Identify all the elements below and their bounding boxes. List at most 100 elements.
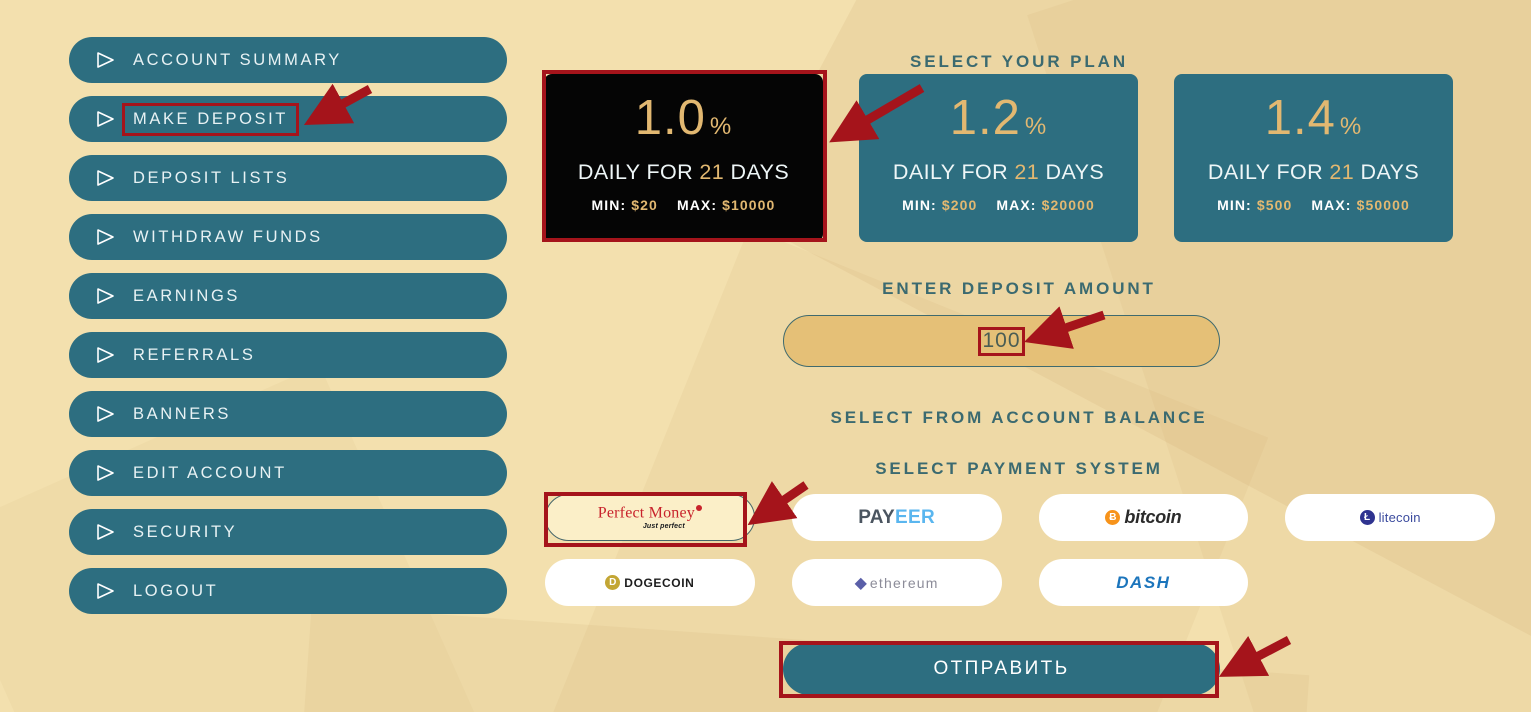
- play-triangle-icon: [97, 347, 114, 363]
- plan-card-3[interactable]: 1.4 % DAILY FOR 21 DAYS MIN: $500 MAX: $…: [1174, 74, 1453, 242]
- perfect-money-wordmark: Perfect Money: [598, 505, 702, 521]
- plan-rate: 1.4 %: [1265, 94, 1362, 143]
- play-triangle-icon: [97, 583, 114, 599]
- plan-limits: MIN: $500 MAX: $50000: [1217, 197, 1410, 213]
- percent-sign: %: [1339, 113, 1363, 140]
- litecoin-wordmark: litecoin: [1378, 510, 1421, 525]
- sidebar-item-account-summary[interactable]: ACCOUNT SUMMARY: [69, 37, 507, 83]
- sidebar-item-withdraw-funds[interactable]: WITHDRAW FUNDS: [69, 214, 507, 260]
- percent-sign: %: [1024, 113, 1048, 140]
- sidebar-item-label: MAKE DEPOSIT: [133, 109, 288, 128]
- plan-max-value: $20000: [1041, 197, 1095, 213]
- plan-min-label: MIN:: [591, 197, 627, 213]
- play-triangle-icon: [97, 406, 114, 422]
- submit-button-label: ОТПРАВИТЬ: [933, 658, 1070, 679]
- plan-term: DAILY FOR 21 DAYS: [578, 160, 789, 185]
- sidebar-item-edit-account[interactable]: EDIT ACCOUNT: [69, 450, 507, 496]
- sidebar-item-label: REFERRALS: [133, 345, 256, 364]
- play-triangle-icon: [97, 170, 114, 186]
- sidebar-item-logout[interactable]: LOGOUT: [69, 568, 507, 614]
- plan-rate-value: 1.2: [949, 91, 1021, 145]
- sidebar-nav: ACCOUNT SUMMARY MAKE DEPOSIT DEPOSIT LIS…: [69, 37, 507, 627]
- ethereum-diamond-icon: ◆: [854, 574, 867, 592]
- plan-rate: 1.0 %: [635, 94, 732, 143]
- plan-term-suffix: DAYS: [1360, 160, 1420, 184]
- dogecoin-coin-icon: D: [605, 575, 621, 590]
- sidebar-item-label: EARNINGS: [133, 286, 240, 305]
- litecoin-coin-icon: Ł: [1359, 510, 1375, 525]
- plan-min-label: MIN:: [1217, 197, 1252, 213]
- payment-bitcoin[interactable]: Ƀ bitcoin: [1038, 494, 1249, 541]
- balance-heading: SELECT FROM ACCOUNT BALANCE: [830, 408, 1208, 427]
- dash-wordmark: DASH: [1116, 572, 1171, 592]
- play-triangle-icon: [97, 229, 114, 245]
- payment-heading: SELECT PAYMENT SYSTEM: [875, 459, 1163, 478]
- sidebar-item-make-deposit[interactable]: MAKE DEPOSIT: [69, 96, 507, 142]
- plan-term: DAILY FOR 21 DAYS: [893, 160, 1104, 185]
- plan-term-suffix: DAYS: [730, 160, 790, 184]
- payment-dash[interactable]: DASH: [1038, 559, 1249, 606]
- payment-dogecoin[interactable]: D DOGECOIN: [545, 559, 755, 606]
- bitcoin-logo: Ƀ bitcoin: [1105, 507, 1182, 528]
- plan-min-value: $20: [631, 197, 658, 213]
- play-triangle-icon: [97, 52, 114, 68]
- plan-max-value: $10000: [722, 197, 776, 213]
- plan-term-days: 21: [1329, 160, 1355, 184]
- sidebar-item-label: EDIT ACCOUNT: [133, 463, 287, 482]
- plan-term: DAILY FOR 21 DAYS: [1208, 160, 1419, 185]
- plan-max-value: $50000: [1356, 197, 1410, 213]
- deposit-amount-input[interactable]: 100: [783, 315, 1220, 367]
- payment-payeer[interactable]: PAY EER: [791, 494, 1002, 541]
- plans-heading: SELECT YOUR PLAN: [910, 52, 1128, 71]
- plan-term-prefix: DAILY FOR: [892, 160, 1009, 184]
- plan-rate: 1.2 %: [950, 94, 1047, 143]
- sidebar-item-label: BANNERS: [133, 404, 231, 423]
- plan-card-1[interactable]: 1.0 % DAILY FOR 21 DAYS MIN: $20 MAX: $1…: [544, 74, 823, 242]
- amount-value: 100: [982, 329, 1021, 352]
- plan-rate-value: 1.4: [1264, 91, 1336, 145]
- dash-logo: DASH: [1116, 573, 1170, 593]
- sidebar-item-label: WITHDRAW FUNDS: [133, 227, 323, 246]
- play-triangle-icon: [97, 111, 114, 127]
- perfect-money-tagline: Just perfect: [642, 522, 685, 530]
- deposit-page: ACCOUNT SUMMARY MAKE DEPOSIT DEPOSIT LIS…: [0, 0, 1531, 712]
- sidebar-item-label: LOGOUT: [133, 581, 219, 600]
- payment-litecoin[interactable]: Ł litecoin: [1285, 494, 1495, 541]
- perfect-money-dot-icon: [695, 505, 702, 512]
- amount-heading: ENTER DEPOSIT AMOUNT: [882, 279, 1156, 298]
- plan-term-prefix: DAILY FOR: [577, 160, 694, 184]
- plan-term-days: 21: [1014, 160, 1040, 184]
- payment-perfect-money[interactable]: Perfect Money Just perfect: [545, 494, 755, 541]
- plan-term-days: 21: [699, 160, 725, 184]
- plan-limits: MIN: $200 MAX: $20000: [902, 197, 1095, 213]
- plan-max-label: MAX:: [996, 197, 1037, 213]
- plan-term-suffix: DAYS: [1045, 160, 1105, 184]
- submit-button[interactable]: ОТПРАВИТЬ: [783, 643, 1220, 695]
- percent-sign: %: [709, 113, 733, 140]
- ethereum-logo: ◆ ethereum: [855, 573, 939, 593]
- sidebar-item-deposit-lists[interactable]: DEPOSIT LISTS: [69, 155, 507, 201]
- plan-max-label: MAX:: [676, 197, 718, 213]
- plan-term-prefix: DAILY FOR: [1207, 160, 1324, 184]
- plan-max-label: MAX:: [1311, 197, 1352, 213]
- sidebar-item-banners[interactable]: BANNERS: [69, 391, 507, 437]
- sidebar-item-referrals[interactable]: REFERRALS: [69, 332, 507, 378]
- dogecoin-logo: D DOGECOIN: [605, 575, 694, 590]
- plan-min-label: MIN:: [902, 197, 937, 213]
- perfect-money-logo: Perfect Money Just perfect: [598, 505, 702, 530]
- payment-system-grid: Perfect Money Just perfect PAY EER Ƀ bitc…: [545, 494, 1495, 606]
- payment-ethereum[interactable]: ◆ ethereum: [791, 559, 1002, 606]
- play-triangle-icon: [97, 465, 114, 481]
- plan-card-2[interactable]: 1.2 % DAILY FOR 21 DAYS MIN: $200 MAX: $…: [859, 74, 1138, 242]
- sidebar-item-label: SECURITY: [133, 522, 238, 541]
- sidebar-item-earnings[interactable]: EARNINGS: [69, 273, 507, 319]
- ethereum-wordmark: ethereum: [869, 574, 939, 591]
- dogecoin-wordmark: DOGECOIN: [624, 575, 695, 590]
- plan-rate-value: 1.0: [634, 91, 706, 145]
- sidebar-item-security[interactable]: SECURITY: [69, 509, 507, 555]
- sidebar-item-label: DEPOSIT LISTS: [133, 168, 290, 187]
- sidebar-item-label: ACCOUNT SUMMARY: [133, 50, 342, 69]
- payeer-logo: PAY EER: [858, 507, 935, 529]
- plan-min-value: $200: [941, 197, 978, 213]
- deposit-form: SELECT YOUR PLAN 1.0 % DAILY FOR 21 DAYS…: [507, 0, 1531, 712]
